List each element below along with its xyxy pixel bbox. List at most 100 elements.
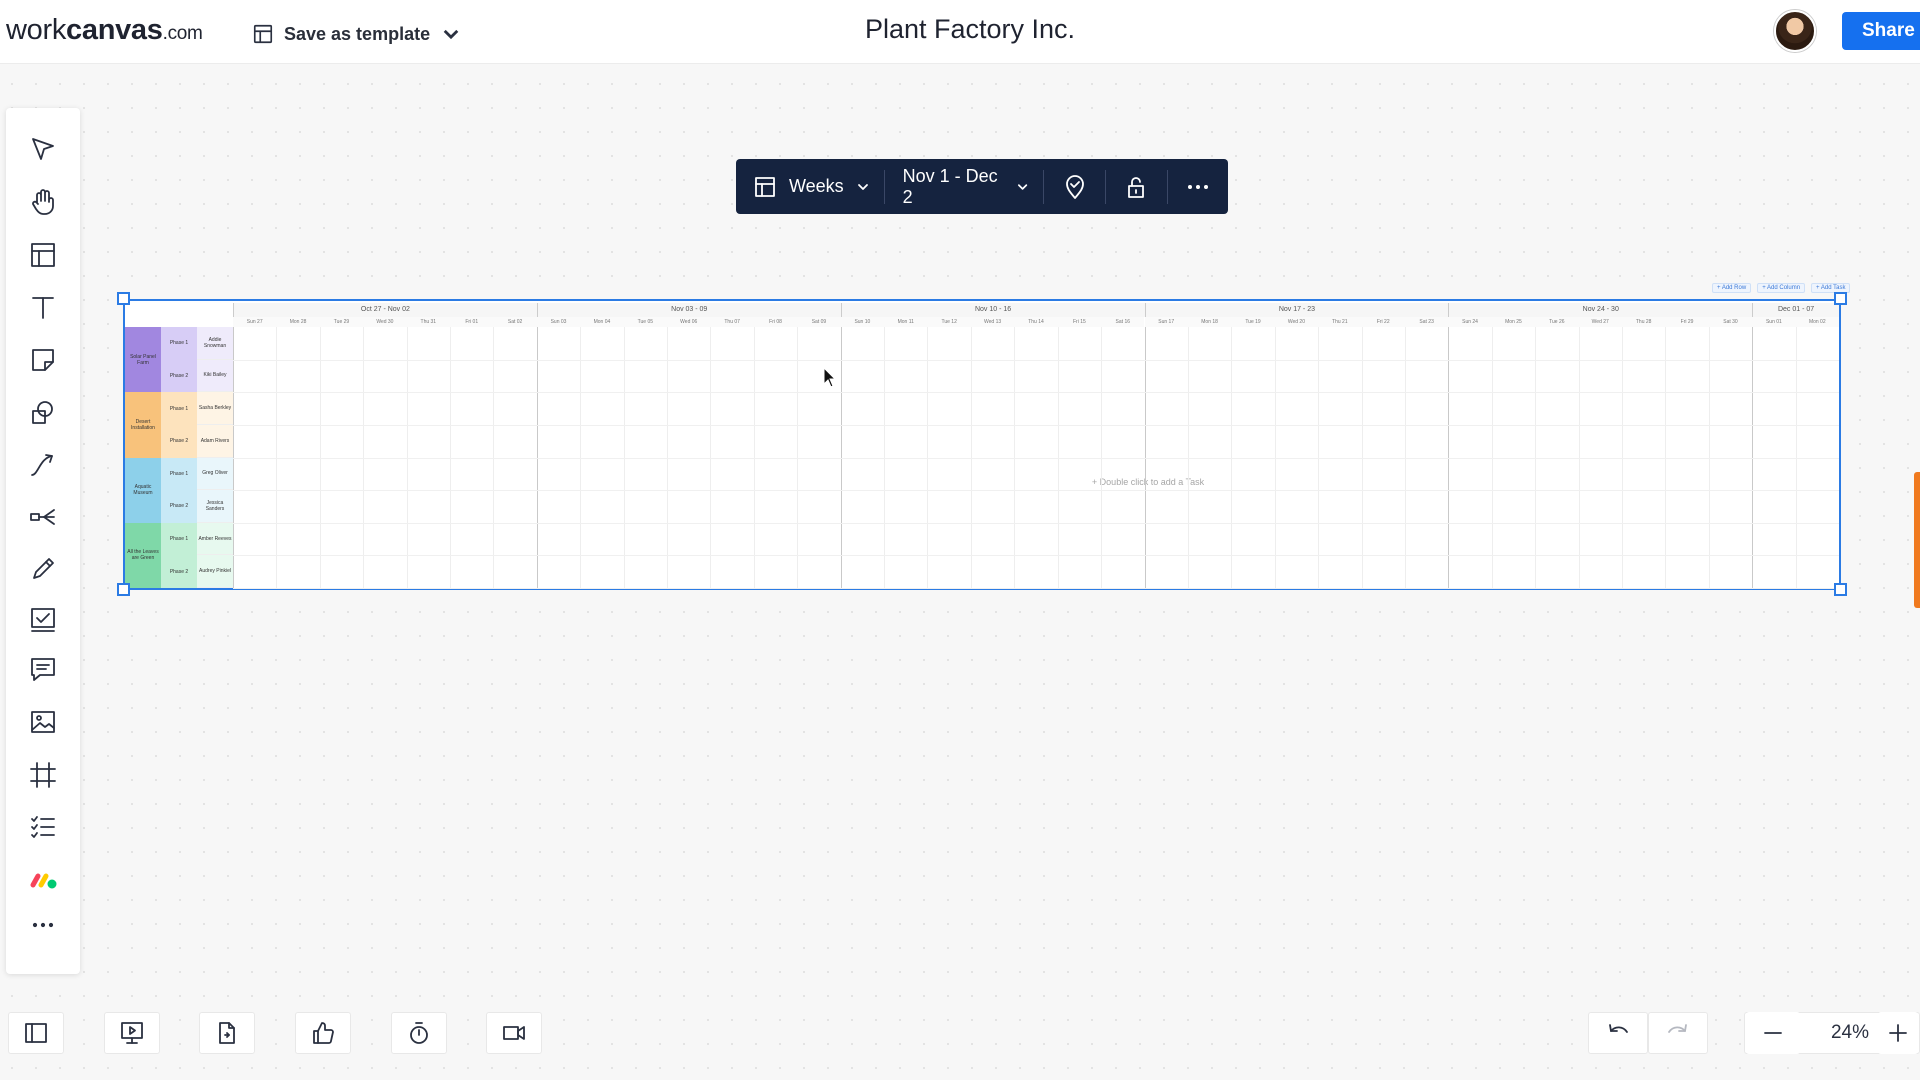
checklist-tool[interactable] [24,808,62,846]
timeline-board[interactable]: Oct 27 - Nov 02 Nov 03 - 09 Nov 10 - 16 Nov… [123,299,1841,590]
text-icon [32,297,54,319]
day-header: Mon 18 [1187,317,1232,327]
resize-handle-top-left[interactable] [117,292,130,305]
phase-label[interactable]: Phase 2 [161,359,197,393]
share-button[interactable]: Share [1842,12,1920,50]
select-tool[interactable] [24,130,62,168]
export-button[interactable] [199,1012,255,1054]
task-tool[interactable] [24,600,62,638]
phase-label[interactable]: Phase 2 [161,424,197,458]
more-options-button[interactable] [1167,159,1228,214]
owner-label[interactable]: Adam Rivers [197,424,233,458]
project-label[interactable]: Desert Installation [125,392,161,458]
date-range-dropdown[interactable]: Nov 1 - Dec 2 [885,159,1044,214]
day-header: Sun 10 [840,317,885,327]
save-as-template-button[interactable]: Save as template [252,20,462,48]
logo-text-light: work [6,14,67,46]
frame-tool[interactable] [24,756,62,794]
phase-label[interactable]: Phase 1 [161,392,197,425]
more-dots-icon [32,922,54,928]
frame-icon [30,762,56,788]
phase-label[interactable]: Phase 1 [161,327,197,360]
day-header: Wed 20 [1274,317,1319,327]
resize-handle-bottom-left[interactable] [117,583,130,596]
mind-map-tool[interactable] [24,498,62,536]
week-header: Nov 17 - 23 [1144,303,1449,317]
plus-icon [1889,1024,1907,1042]
connector-tool[interactable] [24,446,62,484]
project-label[interactable]: All the Leaves are Green [125,522,161,588]
hand-icon [32,189,54,215]
resize-handle-bottom-right[interactable] [1834,583,1847,596]
pen-tool[interactable] [24,550,62,588]
side-panel-tab[interactable] [1914,472,1920,608]
lock-button[interactable] [1106,159,1167,214]
user-avatar[interactable] [1774,10,1816,52]
day-header: Wed 30 [363,317,407,327]
day-header: Mon 11 [884,317,928,327]
resize-handle-top-right[interactable] [1834,292,1847,305]
owner-label[interactable]: Greg Oliver [197,457,233,491]
workcanvas-logo[interactable]: workcanvas.com [6,14,203,47]
template-tool[interactable] [24,236,62,274]
document-title[interactable]: Plant Factory Inc. [760,14,1180,45]
week-header-row: Oct 27 - Nov 02 Nov 03 - 09 Nov 10 - 16 Nov… [233,303,1839,317]
shapes-icon [32,401,53,424]
owner-label[interactable]: Kiki Bailey [197,359,233,393]
add-column-button[interactable]: + Add Column [1757,283,1806,293]
text-tool[interactable] [24,288,62,326]
day-header: Sun 03 [536,317,581,327]
undo-button[interactable] [1588,1012,1648,1054]
vote-button[interactable] [295,1012,351,1054]
phase-label[interactable]: Phase 2 [161,555,197,588]
timer-button[interactable] [391,1012,447,1054]
shapes-tool[interactable] [24,394,62,432]
monday-logo-icon [30,873,57,889]
chevron-down-icon [857,183,868,190]
project-label[interactable]: Aquatic Museum [125,457,161,523]
logo-text-bold: canvas [66,14,163,46]
hand-tool[interactable] [24,183,62,221]
owner-label[interactable]: Amber Reeves [197,522,233,556]
sticky-note-tool[interactable] [24,341,62,379]
owner-label[interactable]: Jessica Sanders [197,490,233,523]
milestone-button[interactable] [1044,159,1105,214]
cursor-arrow-icon [32,138,54,160]
zoom-in-button[interactable] [1878,1012,1918,1054]
grid-row-line [233,392,1839,394]
phase-label[interactable]: Phase 1 [161,522,197,556]
add-row-button[interactable]: + Add Row [1712,283,1752,293]
phase-label[interactable]: Phase 2 [161,490,197,523]
minus-icon [1764,1032,1782,1034]
phase-label[interactable]: Phase 1 [161,457,197,491]
redo-button[interactable] [1648,1012,1708,1054]
mind-map-icon [30,509,55,525]
grid-row-line [233,522,1839,524]
day-header: Sat 09 [797,317,841,327]
day-header: Fri 15 [1057,317,1102,327]
project-label[interactable]: Solar Panel Farm [125,327,161,393]
video-call-button[interactable] [486,1012,542,1054]
zoom-out-button[interactable] [1746,1012,1800,1054]
owner-label[interactable]: Sasha Berkley [197,392,233,425]
comment-tool[interactable] [24,650,62,688]
zoom-level[interactable]: 24% [1822,1012,1878,1054]
presentation-button[interactable] [104,1012,160,1054]
image-tool[interactable] [24,703,62,741]
grid-row-line [233,457,1839,459]
stopwatch-icon [410,1022,428,1044]
timeline-toolbar: Weeks Nov 1 - Dec 2 [736,159,1228,214]
grid-row-line [233,424,1839,426]
more-tools-button[interactable] [24,906,62,944]
owner-label[interactable]: Addie Snowman [197,327,233,360]
toggle-panel-button[interactable] [8,1012,64,1054]
mouse-pointer-icon [823,367,837,388]
chevron-down-icon [443,29,459,40]
view-mode-dropdown[interactable]: Weeks [736,159,884,214]
save-as-template-label: Save as template [284,23,431,44]
week-header: Nov 24 - 30 [1448,303,1753,317]
monday-integration[interactable] [24,860,62,898]
timeline-grid[interactable]: + Double click to add a Task [233,327,1839,589]
day-header: Thu 28 [1621,317,1666,327]
owner-label[interactable]: Audrey Pinkiel [197,555,233,588]
